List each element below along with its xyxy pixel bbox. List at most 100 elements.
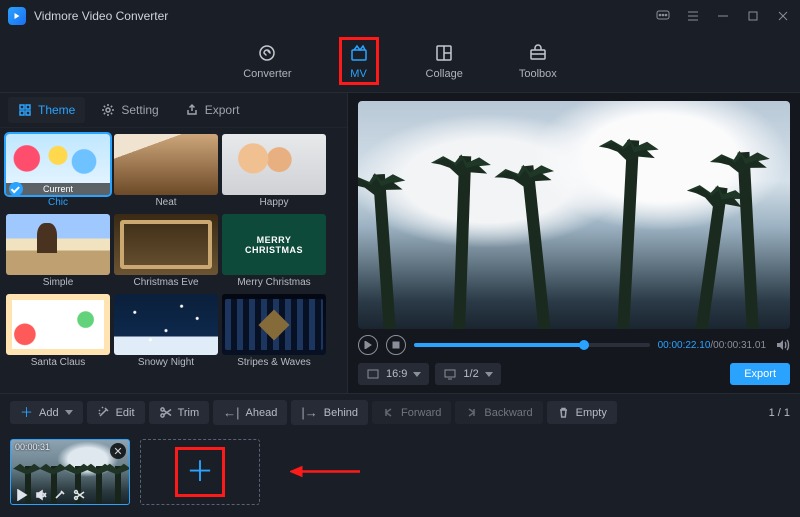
- tab-theme[interactable]: Theme: [8, 97, 85, 123]
- edit-label: Edit: [116, 407, 135, 419]
- theme-thumb: [222, 134, 326, 195]
- nav-collage[interactable]: Collage: [418, 38, 471, 84]
- main-nav: Converter MV Collage Toolbox: [0, 32, 800, 93]
- clip-play-icon[interactable]: [15, 488, 28, 501]
- mv-icon: [348, 42, 370, 64]
- forward-icon: [382, 406, 395, 419]
- tab-setting[interactable]: Setting: [91, 97, 168, 123]
- theme-thumb: [6, 214, 110, 275]
- theme-label: Stripes & Waves: [222, 355, 326, 370]
- theme-thumb: [222, 214, 326, 275]
- nav-toolbox[interactable]: Toolbox: [511, 38, 565, 84]
- theme-thumb: [114, 134, 218, 195]
- theme-neat[interactable]: Neat: [114, 134, 218, 210]
- ahead-button[interactable]: ←|Ahead: [213, 400, 287, 425]
- empty-button[interactable]: Empty: [547, 401, 617, 424]
- clip-edit-icon[interactable]: [53, 488, 66, 501]
- menu-icon[interactable]: [684, 7, 702, 25]
- clip-strip: 00:00:31 ✕ ＋: [0, 431, 800, 517]
- clip-mute-icon[interactable]: [34, 488, 47, 501]
- current-time: 00:00:22.10: [658, 340, 711, 351]
- nav-mv[interactable]: MV: [340, 38, 378, 84]
- volume-button[interactable]: [774, 337, 790, 353]
- gear-icon: [101, 103, 115, 117]
- zoom-select[interactable]: 1/2: [435, 363, 500, 385]
- nav-mv-label: MV: [350, 68, 367, 80]
- app-title: Vidmore Video Converter: [34, 9, 168, 23]
- theme-thumb: [114, 294, 218, 355]
- theme-santa-claus[interactable]: Santa Claus: [6, 294, 110, 370]
- app-window: Vidmore Video Converter Converter MV Col…: [0, 0, 800, 517]
- theme-label: Chic: [6, 195, 110, 210]
- minimize-button[interactable]: [714, 7, 732, 25]
- toolbox-icon: [527, 42, 549, 64]
- theme-grid[interactable]: Current Chic Neat Happy Simple Christmas…: [0, 128, 347, 376]
- backward-button[interactable]: Backward: [455, 401, 542, 424]
- nav-converter[interactable]: Converter: [235, 38, 299, 84]
- theme-happy[interactable]: Happy: [222, 134, 326, 210]
- tab-export[interactable]: Export: [175, 97, 250, 123]
- aspect-value: 16:9: [386, 368, 407, 380]
- clip-trim-icon[interactable]: [72, 488, 85, 501]
- stop-button[interactable]: [386, 335, 406, 355]
- video-preview[interactable]: [358, 101, 790, 329]
- annotation-arrow: [290, 464, 360, 485]
- theme-label: Neat: [114, 195, 218, 210]
- tab-theme-label: Theme: [38, 103, 75, 117]
- maximize-button[interactable]: [744, 7, 762, 25]
- theme-stripes-waves[interactable]: Stripes & Waves: [222, 294, 326, 370]
- theme-label: Merry Christmas: [222, 275, 326, 290]
- nav-collage-label: Collage: [426, 68, 463, 80]
- time-display: 00:00:22.10/00:00:31.01: [658, 340, 766, 351]
- app-logo-icon: [8, 7, 26, 25]
- trim-button[interactable]: Trim: [149, 401, 210, 424]
- chevron-down-icon: [413, 372, 421, 377]
- main-content: Theme Setting Export Current Chic: [0, 93, 800, 393]
- play-button[interactable]: [358, 335, 378, 355]
- clip-duration: 00:00:31: [15, 442, 50, 452]
- clip-item[interactable]: 00:00:31 ✕: [10, 439, 130, 505]
- add-button[interactable]: ＋ Add: [10, 401, 83, 424]
- chevron-down-icon: [485, 372, 493, 377]
- theme-label: Happy: [222, 195, 326, 210]
- preview-decoration: [695, 186, 728, 329]
- theme-simple[interactable]: Simple: [6, 214, 110, 290]
- remove-clip-button[interactable]: ✕: [110, 443, 126, 459]
- theme-label: Christmas Eve: [114, 275, 218, 290]
- theme-thumb: [114, 214, 218, 275]
- timeline-slider[interactable]: [414, 343, 650, 347]
- theme-chic[interactable]: Current Chic: [6, 134, 110, 210]
- theme-snowy-night[interactable]: Snowy Night: [114, 294, 218, 370]
- converter-icon: [256, 42, 278, 64]
- aspect-ratio-select[interactable]: 16:9: [358, 363, 429, 385]
- behind-button[interactable]: |→ Behind: [291, 400, 368, 425]
- theme-thumb: [6, 294, 110, 355]
- page-total: 1: [784, 407, 790, 419]
- chevron-down-icon: [65, 410, 73, 415]
- theme-merry-christmas[interactable]: Merry Christmas: [222, 214, 326, 290]
- preview-decoration: [522, 166, 552, 329]
- plus-icon: ＋: [20, 406, 33, 419]
- total-time: 00:00:31.01: [713, 340, 766, 351]
- behind-label: Behind: [324, 407, 358, 419]
- forward-button[interactable]: Forward: [372, 401, 451, 424]
- check-icon: [9, 182, 23, 196]
- empty-label: Empty: [576, 407, 607, 419]
- edit-button[interactable]: Edit: [87, 401, 145, 424]
- clip-toolbar: ＋ Add Edit Trim ←|Ahead |→ Behind Forward…: [0, 393, 800, 431]
- behind-icon: |→: [301, 405, 317, 420]
- plus-icon: ＋: [186, 458, 214, 486]
- preview-decoration: [737, 152, 759, 329]
- forward-label: Forward: [401, 407, 441, 419]
- feedback-icon[interactable]: [654, 7, 672, 25]
- theme-christmas-eve[interactable]: Christmas Eve: [114, 214, 218, 290]
- trash-icon: [557, 406, 570, 419]
- window-buttons: [654, 7, 792, 25]
- theme-label: Snowy Night: [114, 355, 218, 370]
- export-button[interactable]: Export: [730, 363, 790, 385]
- ahead-label: Ahead: [246, 407, 278, 419]
- close-button[interactable]: [774, 7, 792, 25]
- theme-label: Simple: [6, 275, 110, 290]
- screen-icon: [443, 367, 457, 381]
- add-clip-tile[interactable]: ＋: [140, 439, 260, 505]
